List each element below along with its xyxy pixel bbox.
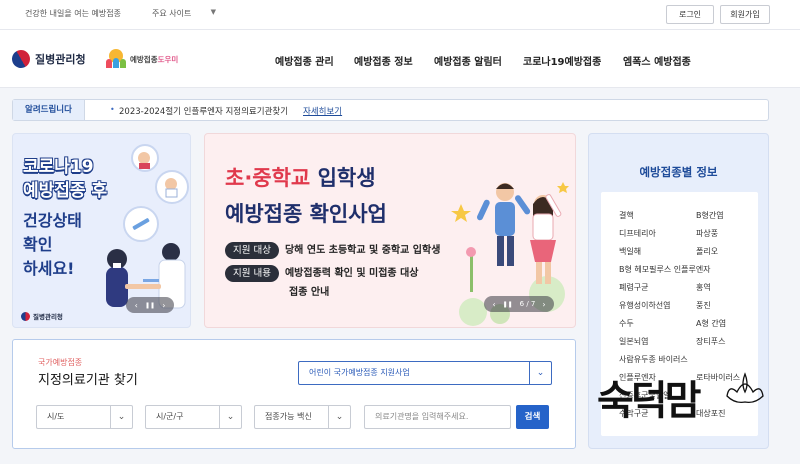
join-button[interactable]: 회원가입 bbox=[720, 5, 770, 24]
sigungu-select[interactable]: 시/군/구 ⌄ bbox=[145, 405, 242, 429]
nav-mpox-vaccination[interactable]: 엠폭스 예방접종 bbox=[623, 53, 691, 68]
vaccine-item[interactable]: 일본뇌염 bbox=[619, 336, 648, 347]
vaccine-item[interactable]: 수두 bbox=[619, 318, 634, 329]
site-header: 질병관리청 예방접종도우미 예방접종 관리 예방접종 정보 예방접종 알림터 코… bbox=[0, 30, 800, 88]
sido-select[interactable]: 시/도 ⌄ bbox=[36, 405, 133, 429]
family-sun-icon bbox=[105, 49, 127, 69]
vaccine-item[interactable]: B형간염 bbox=[696, 210, 724, 221]
chevron-down-icon: ⌄ bbox=[219, 406, 241, 428]
search-button[interactable]: 검색 bbox=[516, 405, 549, 429]
login-button[interactable]: 로그인 bbox=[666, 5, 714, 24]
next-icon[interactable]: › bbox=[162, 301, 165, 310]
prev-icon[interactable]: ‹ bbox=[135, 301, 138, 310]
vaccine-item[interactable]: 폴리오 bbox=[696, 246, 718, 257]
slide-counter: 6 / 7 bbox=[519, 300, 536, 308]
search-subtitle: 국가예방접종 bbox=[38, 358, 83, 367]
utility-bar: 건강한 내일을 여는 예방접종 주요 사이트 ▼ 로그인 회원가입 bbox=[0, 0, 800, 30]
watermark-text: 숙덕맘 bbox=[597, 377, 701, 424]
search-title: 지정의료기관 찾기 bbox=[38, 373, 138, 388]
watermark: 숙덕맘 bbox=[597, 362, 767, 440]
pause-icon[interactable]: ❚❚ bbox=[503, 301, 513, 308]
vaccine-item[interactable]: 홍역 bbox=[696, 282, 711, 293]
clinic-name-input[interactable]: 의료기관명을 입력해주세요. bbox=[364, 405, 511, 429]
vaccine-item[interactable]: A형 간염 bbox=[696, 318, 726, 329]
covid-banner[interactable]: 코로나19 예방접종 후 건강상태 확인 하세요! 질병관리청 ‹ ❚❚ › bbox=[12, 133, 191, 328]
chevron-down-icon: ⌄ bbox=[328, 406, 350, 428]
notice-badge: 알려드립니다 bbox=[13, 100, 85, 120]
notice-bar: 알려드립니다 • 2023-2024절기 인플루엔자 지정의료기관찾기 자세히보… bbox=[12, 99, 769, 121]
taegeuk-emblem-icon bbox=[8, 46, 34, 72]
vaccine-item[interactable]: B형 헤모필루스 인플루엔자 bbox=[619, 264, 711, 275]
chevron-down-icon: ⌄ bbox=[529, 362, 551, 384]
next-icon[interactable]: › bbox=[542, 300, 545, 309]
vaccine-select[interactable]: 접종가능 백신 ⌄ bbox=[254, 405, 351, 429]
vaccine-item[interactable]: 유행성이하선염 bbox=[619, 300, 671, 311]
caret-down-icon: ▼ bbox=[210, 8, 216, 16]
bullet-icon: • bbox=[110, 105, 115, 114]
chevron-down-icon: ⌄ bbox=[110, 406, 132, 428]
kdca-logo-text: 질병관리청 bbox=[35, 53, 86, 66]
taegeuk-emblem-icon bbox=[21, 311, 30, 321]
vaccine-item[interactable]: 폐렴구균 bbox=[619, 282, 648, 293]
program-select[interactable]: 어린이 국가예방접종 지원사업 ⌄ bbox=[298, 361, 552, 385]
vaccine-item[interactable]: 백일해 bbox=[619, 246, 641, 257]
vaccine-item[interactable]: 장티푸스 bbox=[696, 336, 725, 347]
related-sites-dropdown[interactable]: 주요 사이트 ▼ bbox=[152, 8, 216, 19]
nav-vaccination-management[interactable]: 예방접종 관리 bbox=[275, 53, 334, 68]
left-slider-controls: ‹ ❚❚ › bbox=[126, 297, 174, 313]
clinic-search-box: 국가예방접종 지정의료기관 찾기 어린이 국가예방접종 지원사업 ⌄ 시/도 ⌄… bbox=[12, 339, 576, 449]
vaccine-item[interactable]: 디프테리아 bbox=[619, 228, 656, 239]
notice-message[interactable]: 2023-2024절기 인플루엔자 지정의료기관찾기 bbox=[119, 105, 288, 117]
helper-logo-text: 예방접종도우미 bbox=[130, 54, 179, 64]
prev-icon[interactable]: ‹ bbox=[492, 300, 495, 309]
vaccine-item[interactable]: 파상풍 bbox=[696, 228, 718, 239]
covid-banner-footer: 질병관리청 bbox=[21, 311, 63, 321]
vaccination-helper-logo[interactable]: 예방접종도우미 bbox=[105, 48, 178, 70]
nav-vaccination-notice[interactable]: 예방접종 알림터 bbox=[434, 53, 502, 68]
nav-covid19-vaccination[interactable]: 코로나19예방접종 bbox=[523, 53, 601, 68]
vaccine-item[interactable]: 풍진 bbox=[696, 300, 711, 311]
pause-icon[interactable]: ❚❚ bbox=[145, 302, 155, 309]
school-vaccination-banner[interactable]: 초·중학교 입학생 예방접종 확인사업 지원 대상 당해 연도 초등학교 및 중… bbox=[204, 133, 576, 328]
vaccine-info-title: 예방접종별 정보 bbox=[639, 165, 718, 179]
site-tagline: 건강한 내일을 여는 예방접종 bbox=[25, 9, 121, 18]
center-slider-controls: ‹ ❚❚ 6 / 7 › bbox=[484, 296, 554, 312]
notice-more-link[interactable]: 자세히보기 bbox=[303, 105, 342, 117]
related-sites-label: 주요 사이트 bbox=[152, 9, 192, 18]
vaccine-item[interactable]: 결핵 bbox=[619, 210, 634, 221]
kdca-logo[interactable]: 질병관리청 bbox=[8, 46, 86, 72]
nav-vaccination-info[interactable]: 예방접종 정보 bbox=[354, 53, 413, 68]
